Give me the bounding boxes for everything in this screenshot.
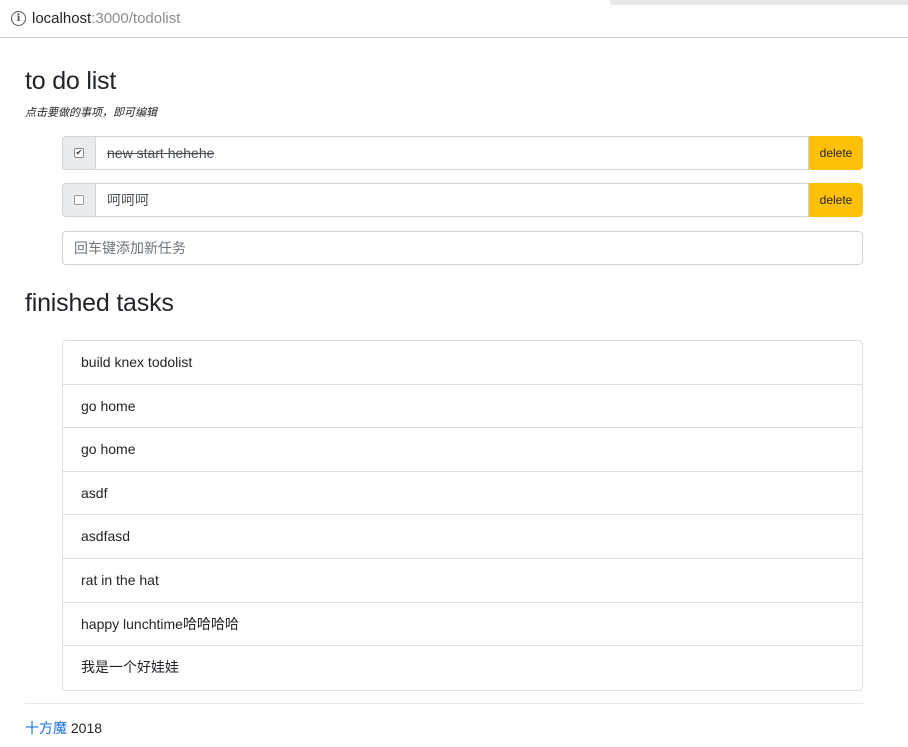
todo-item: 呵呵呵 delete [62,183,863,217]
todo-text-field[interactable]: 呵呵呵 [96,183,809,217]
todo-checkbox[interactable] [74,195,84,205]
info-icon[interactable]: i [11,11,26,26]
finished-task-item: go home [63,385,862,429]
url-host: localhost [32,10,92,27]
tab-strip [0,0,908,5]
tab-strip-right [610,0,908,5]
finished-task-item: go home [63,428,862,472]
delete-button[interactable]: delete [809,136,863,170]
finished-task-list: build knex todolist go home go home asdf… [62,340,863,691]
todo-text-field[interactable]: new start hehehe [96,136,809,170]
footer: 十方魔 2018 [25,719,102,737]
finished-task-item: asdfasd [63,515,862,559]
page-title: to do list [25,67,117,95]
todo-checkbox-addon[interactable]: ✔ [62,136,96,170]
finished-task-item: asdf [63,472,862,516]
finished-task-item: 我是一个好娃娃 [81,659,179,676]
url-path: :3000/todolist [91,10,181,27]
finished-task-item: rat in the hat [63,559,862,603]
footer-divider [25,703,863,704]
todo-checkbox[interactable]: ✔ [74,148,84,158]
finished-tasks-title: finished tasks [25,289,174,317]
todo-item: ✔ new start hehehe delete [62,136,863,170]
url-field[interactable]: localhost:3000/todolist [32,10,180,28]
new-task-input[interactable]: 回车键添加新任务 [62,231,863,265]
browser-address-bar: i localhost:3000/todolist [0,0,908,38]
finished-task-item: build knex todolist [63,341,862,385]
edit-hint: 点击要做的事项，即可编辑 [25,107,157,119]
todo-checkbox-addon[interactable] [62,183,96,217]
finished-task-item: happy lunchtime哈哈哈哈 [63,603,862,647]
author-link[interactable]: 十方魔 [25,720,67,736]
footer-year: 2018 [67,720,103,736]
delete-button[interactable]: delete [809,183,863,217]
